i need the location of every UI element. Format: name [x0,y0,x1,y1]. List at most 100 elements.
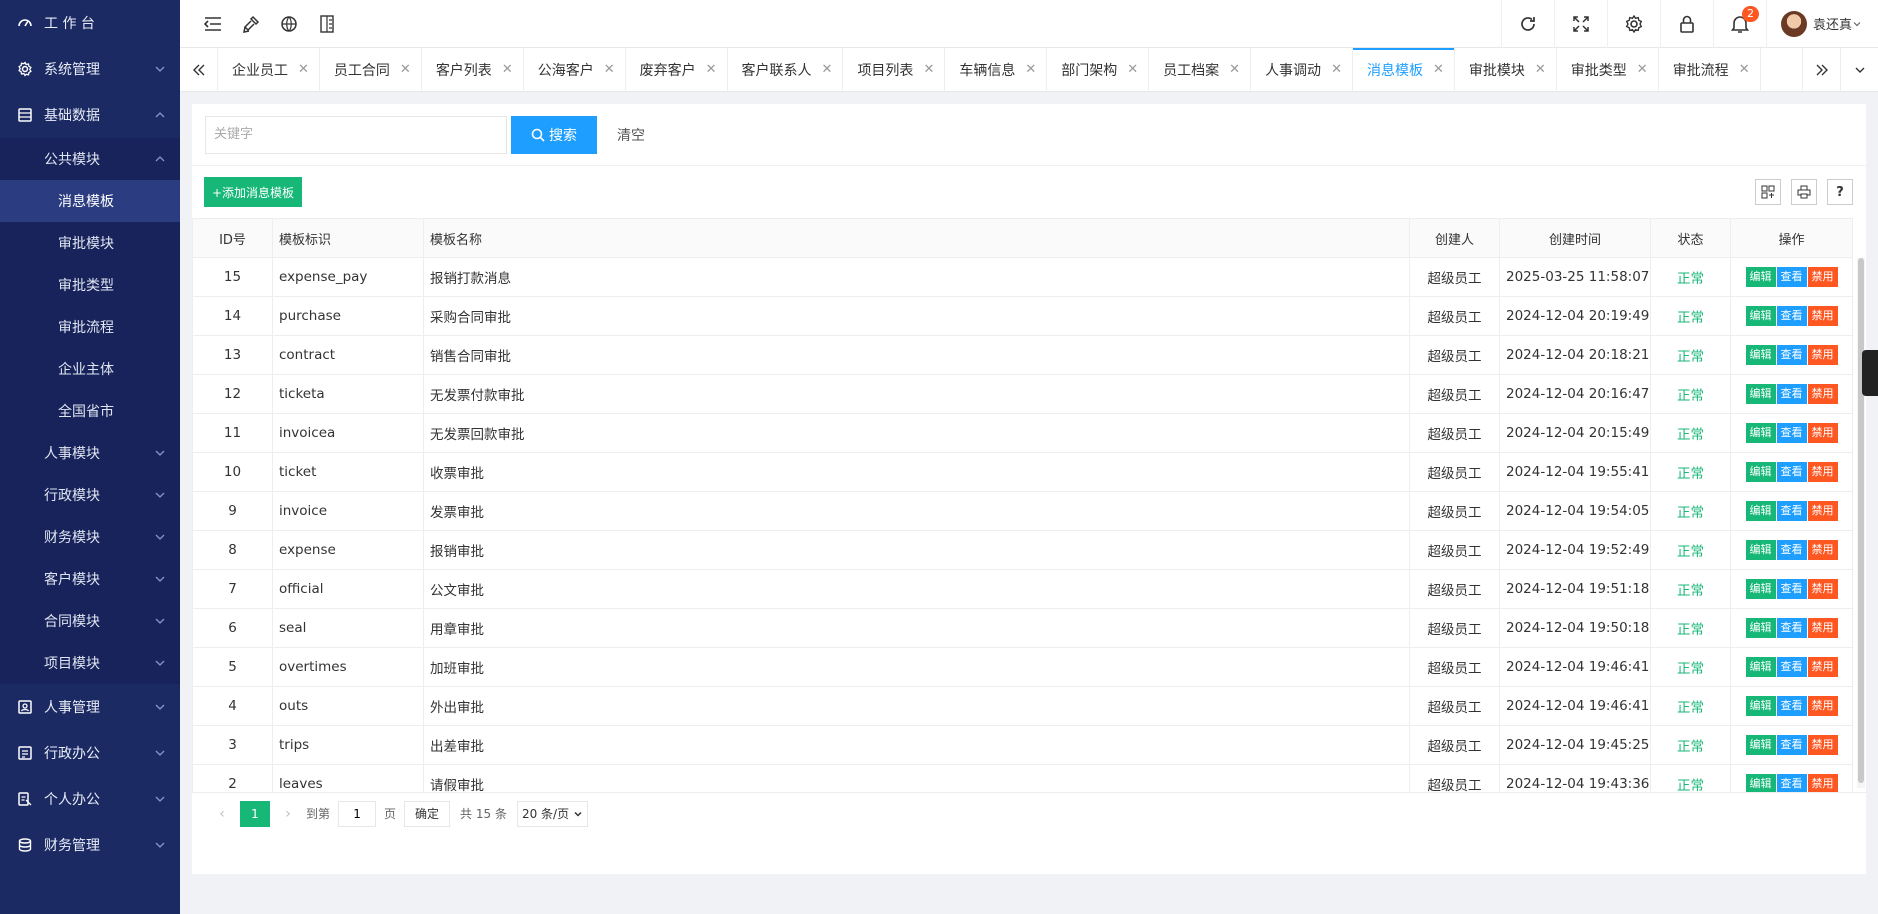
collapse-menu-icon[interactable] [194,0,232,48]
tab-item[interactable]: 部门架构 ✕ [1047,48,1150,91]
current-page[interactable]: 1 [240,800,270,827]
tab-item[interactable]: 客户联系人 ✕ [728,48,844,91]
columns-filter-icon[interactable] [1755,179,1781,205]
edit-button[interactable]: 编辑 [1745,384,1776,404]
close-icon[interactable]: ✕ [822,62,833,77]
sidebar-subitem[interactable]: 全国省市 [0,390,180,432]
close-icon[interactable]: ✕ [502,62,513,77]
view-button[interactable]: 查看 [1776,501,1807,521]
disable-button[interactable]: 禁用 [1807,540,1838,560]
disable-button[interactable]: 禁用 [1807,618,1838,638]
sidebar-item-personal-office[interactable]: 个人办公 [0,776,180,822]
view-button[interactable]: 查看 [1776,618,1807,638]
edit-button[interactable]: 编辑 [1745,696,1776,716]
sidebar-item-system[interactable]: 系统管理 [0,46,180,92]
table-scrollbar[interactable] [1857,258,1865,788]
view-button[interactable]: 查看 [1776,579,1807,599]
disable-button[interactable]: 禁用 [1807,657,1838,677]
sidebar-item-basic-data[interactable]: 基础数据 [0,92,180,138]
sidebar-item-hr[interactable]: 人事管理 [0,684,180,730]
column-header-creator[interactable]: 创建人 [1409,218,1500,258]
gear-icon[interactable] [1606,0,1660,48]
close-icon[interactable]: ✕ [706,62,717,77]
bell-icon[interactable]: 2 [1712,0,1766,48]
tab-item[interactable]: 公海客户 ✕ [524,48,626,91]
column-header-time[interactable]: 创建时间 [1499,218,1651,258]
refresh-icon[interactable] [1500,0,1554,48]
disable-button[interactable]: 禁用 [1807,462,1838,482]
column-header-status[interactable]: 状态 [1650,218,1731,258]
close-icon[interactable]: ✕ [604,62,615,77]
tab-item[interactable]: 消息模板 ✕ [1352,48,1455,91]
view-button[interactable]: 查看 [1776,462,1807,482]
clear-button[interactable]: 清空 [617,125,645,145]
disable-button[interactable]: 禁用 [1807,579,1838,599]
disable-button[interactable]: 禁用 [1807,501,1838,521]
user-menu[interactable]: 袁还真 [1765,0,1878,48]
tab-item[interactable]: 人事调动 ✕ [1251,48,1353,91]
tab-item[interactable]: 审批流程 ✕ [1659,48,1761,91]
globe-icon[interactable] [270,0,308,48]
disable-button[interactable]: 禁用 [1807,696,1838,716]
next-page-icon[interactable]: › [278,806,298,822]
edit-button[interactable]: 编辑 [1745,501,1776,521]
tab-item[interactable]: 废弃客户 ✕ [626,48,728,91]
edit-button[interactable]: 编辑 [1745,735,1776,755]
add-template-button[interactable]: +添加消息模板 [204,177,303,207]
keyword-input[interactable] [205,115,507,154]
column-header-key[interactable]: 模板标识 [272,218,424,258]
close-icon[interactable]: ✕ [1025,62,1036,77]
view-button[interactable]: 查看 [1776,423,1807,443]
tabs-scroll-left-icon[interactable] [180,48,218,91]
close-icon[interactable]: ✕ [1229,62,1240,77]
sidebar-item-module[interactable]: 项目模块 [0,642,180,684]
column-header-id[interactable]: ID号 [192,218,273,258]
edit-button[interactable]: 编辑 [1745,774,1776,792]
disable-button[interactable]: 禁用 [1807,735,1838,755]
close-icon[interactable]: ✕ [400,62,411,77]
sidebar-item-module[interactable]: 客户模块 [0,558,180,600]
clean-cache-icon[interactable] [232,0,270,48]
lock-icon[interactable] [1659,0,1713,48]
print-icon[interactable] [1791,179,1817,205]
edit-button[interactable]: 编辑 [1745,618,1776,638]
sidebar-item-module[interactable]: 人事模块 [0,432,180,474]
tabs-scroll-right-icon[interactable] [1802,48,1840,91]
sidebar-subitem[interactable]: 审批流程 [0,306,180,348]
side-drawer-handle[interactable] [1862,350,1878,396]
column-header-name[interactable]: 模板名称 [423,218,1410,258]
view-button[interactable]: 查看 [1776,735,1807,755]
tab-item[interactable]: 员工档案 ✕ [1149,48,1252,91]
search-button[interactable]: 搜索 [511,115,597,154]
sidebar-item-dashboard[interactable]: 工 作 台 [0,0,180,46]
close-icon[interactable]: ✕ [1637,62,1648,77]
close-icon[interactable]: ✕ [1535,62,1546,77]
fullscreen-icon[interactable] [1553,0,1607,48]
disable-button[interactable]: 禁用 [1807,267,1838,287]
view-button[interactable]: 查看 [1776,267,1807,287]
tab-item[interactable]: 员工合同 ✕ [320,48,422,91]
view-button[interactable]: 查看 [1776,384,1807,404]
sidebar-subitem[interactable]: 企业主体 [0,348,180,390]
sidebar-subitem[interactable]: 消息模板 [0,180,180,222]
prev-page-icon[interactable]: ‹ [212,806,232,822]
view-button[interactable]: 查看 [1776,540,1807,560]
disable-button[interactable]: 禁用 [1807,306,1838,326]
sidebar-item-module[interactable]: 行政模块 [0,474,180,516]
disable-button[interactable]: 禁用 [1807,384,1838,404]
close-icon[interactable]: ✕ [1331,62,1342,77]
document-icon[interactable] [308,0,346,48]
edit-button[interactable]: 编辑 [1745,579,1776,599]
tabs-menu-chevron-icon[interactable] [1840,48,1878,91]
close-icon[interactable]: ✕ [1433,62,1444,77]
disable-button[interactable]: 禁用 [1807,774,1838,792]
goto-confirm-button[interactable]: 确定 [404,800,451,827]
page-size-select[interactable]: 20 条/页 [516,800,589,827]
tab-item[interactable]: 审批模块 ✕ [1455,48,1557,91]
sidebar-subitem[interactable]: 审批类型 [0,264,180,306]
edit-button[interactable]: 编辑 [1745,540,1776,560]
view-button[interactable]: 查看 [1776,774,1807,792]
sidebar-item-module[interactable]: 财务模块 [0,516,180,558]
edit-button[interactable]: 编辑 [1745,423,1776,443]
sidebar-item-admin-office[interactable]: 行政办公 [0,730,180,776]
